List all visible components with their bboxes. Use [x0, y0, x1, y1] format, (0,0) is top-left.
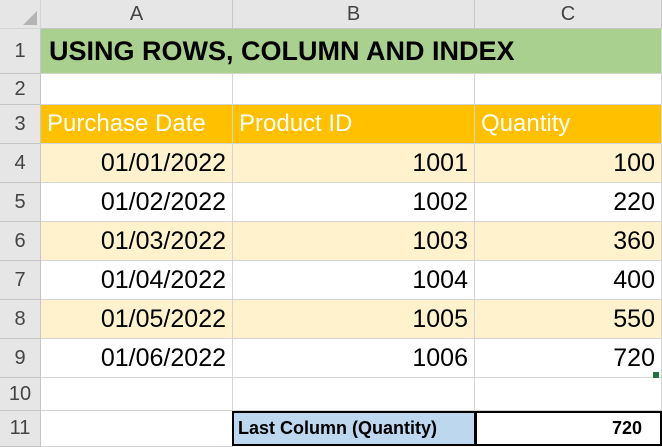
row-header-7[interactable]: 7	[0, 261, 41, 300]
column-header-b[interactable]: B	[233, 0, 475, 29]
row-header-11[interactable]: 11	[0, 411, 41, 447]
select-all-corner[interactable]	[0, 0, 41, 29]
row-header-9[interactable]: 9	[0, 339, 41, 378]
select-all-triangle-icon	[23, 11, 37, 25]
summary-value[interactable]: 720	[475, 411, 662, 446]
table-row-date[interactable]: 01/05/2022	[41, 300, 233, 339]
row-header-2[interactable]: 2	[0, 74, 41, 105]
row-header-5[interactable]: 5	[0, 183, 41, 222]
table-row-id[interactable]: 1005	[233, 300, 475, 339]
cell-a11[interactable]	[41, 411, 233, 447]
column-header-c[interactable]: C	[475, 0, 662, 29]
header-purchase-date[interactable]: Purchase Date	[41, 105, 233, 144]
table-row-qty[interactable]: 550	[475, 300, 662, 339]
table-row-date[interactable]: 01/01/2022	[41, 144, 233, 183]
table-row-id[interactable]: 1003	[233, 222, 475, 261]
summary-label[interactable]: Last Column (Quantity)	[232, 411, 476, 446]
table-row-qty[interactable]: 220	[475, 183, 662, 222]
table-row-date[interactable]: 01/06/2022	[41, 339, 233, 378]
table-row-id[interactable]: 1006	[233, 339, 475, 378]
row-header-6[interactable]: 6	[0, 222, 41, 261]
cell-b2[interactable]	[233, 74, 475, 105]
cell-a2[interactable]	[41, 74, 233, 105]
cell-a10[interactable]	[41, 378, 233, 411]
cell-c10[interactable]	[475, 378, 662, 411]
table-row-id[interactable]: 1001	[233, 144, 475, 183]
column-header-a[interactable]: A	[41, 0, 233, 29]
cell-b10[interactable]	[233, 378, 475, 411]
title-cell[interactable]: USING ROWS, COLUMN AND INDEX	[41, 29, 662, 74]
row-header-3[interactable]: 3	[0, 105, 41, 144]
row-header-1[interactable]: 1	[0, 29, 41, 74]
table-row-id[interactable]: 1004	[233, 261, 475, 300]
table-row-date[interactable]: 01/04/2022	[41, 261, 233, 300]
table-row-qty[interactable]: 720	[475, 339, 662, 378]
table-row-date[interactable]: 01/03/2022	[41, 222, 233, 261]
table-row-id[interactable]: 1002	[233, 183, 475, 222]
table-row-qty[interactable]: 360	[475, 222, 662, 261]
table-row-qty[interactable]: 400	[475, 261, 662, 300]
row-header-8[interactable]: 8	[0, 300, 41, 339]
spreadsheet-grid: A B C 1 2 3 4 5 6 7 8 9 10 11 USING ROWS…	[0, 0, 662, 447]
header-quantity[interactable]: Quantity	[475, 105, 662, 144]
table-row-date[interactable]: 01/02/2022	[41, 183, 233, 222]
row-header-10[interactable]: 10	[0, 378, 41, 411]
cell-c2[interactable]	[475, 74, 662, 105]
header-product-id[interactable]: Product ID	[233, 105, 475, 144]
row-header-4[interactable]: 4	[0, 144, 41, 183]
table-row-qty[interactable]: 100	[475, 144, 662, 183]
